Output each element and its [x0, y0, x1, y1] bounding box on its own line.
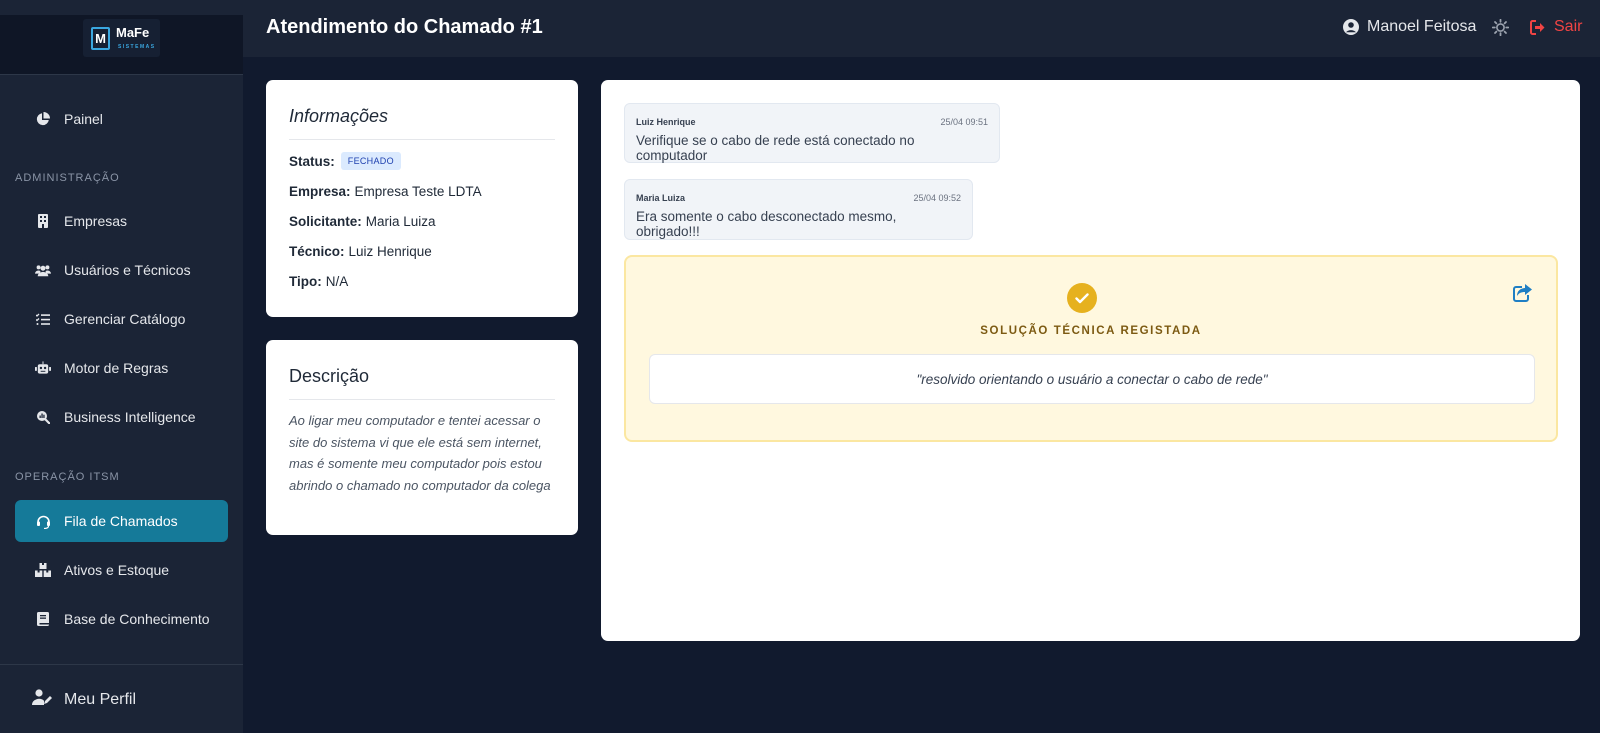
sidebar-item-empresas[interactable]: Empresas — [15, 200, 228, 242]
message-text: Era somente o cabo desconectado mesmo, o… — [636, 209, 897, 239]
logout-button[interactable]: Sair — [1530, 18, 1582, 36]
company-value: Empresa Teste LDTA — [354, 183, 482, 199]
status-badge: FECHADO — [340, 152, 401, 170]
type-value: N/A — [325, 273, 349, 289]
sidebar-item-ativos[interactable]: Ativos e Estoque — [15, 549, 228, 591]
check-circle-icon — [1067, 283, 1097, 313]
message-time: 25/04 09:52 — [913, 193, 961, 203]
description-title: Descrição — [289, 366, 555, 400]
sidebar-item-fila-chamados[interactable]: Fila de Chamados — [15, 500, 228, 542]
chat-message: Maria Luiza 25/04 09:52 Era somente o ca… — [624, 179, 973, 240]
my-profile-link[interactable]: Meu Perfil — [31, 689, 137, 710]
section-operacao: OPERAÇÃO ITSM — [15, 471, 120, 483]
page-title: Atendimento do Chamado #1 — [266, 16, 543, 38]
sign-out-icon — [1530, 19, 1547, 35]
sidebar-item-label: Painel — [64, 111, 103, 127]
requester-label: Solicitante: — [289, 213, 362, 229]
book-icon — [35, 611, 51, 627]
theme-toggle-button[interactable] — [1491, 18, 1510, 41]
sidebar-item-label: Business Intelligence — [64, 409, 196, 425]
user-circle-icon — [1343, 19, 1359, 35]
user-pen-icon — [31, 689, 52, 710]
technician-row: Técnico: Luiz Henrique — [289, 242, 555, 260]
robot-icon — [35, 360, 51, 376]
sidebar-item-usuarios[interactable]: Usuários e Técnicos — [15, 249, 228, 291]
sidebar-item-label: Gerenciar Catálogo — [64, 311, 186, 327]
sidebar-footer: Meu Perfil — [0, 664, 243, 733]
sidebar-item-label: Motor de Regras — [64, 360, 169, 376]
boxes-icon — [35, 562, 51, 578]
technical-solution-panel: SOLUÇÃO TÉCNICA REGISTADA "resolvido ori… — [624, 255, 1558, 442]
section-administracao: ADMINISTRAÇÃO — [15, 172, 120, 184]
message-author: Luiz Henrique — [636, 117, 696, 127]
logo-area: M MaFe SISTEMAS — [0, 15, 243, 75]
sun-icon — [1491, 18, 1510, 40]
requester-row: Solicitante: Maria Luiza — [289, 212, 555, 230]
message-author: Maria Luiza — [636, 193, 686, 203]
logo-name: MaFe — [116, 25, 150, 40]
logo-mark: M — [91, 27, 110, 50]
message-time: 25/04 09:51 — [940, 117, 988, 127]
logout-label: Sair — [1554, 18, 1583, 35]
user-name: Manoel Feitosa — [1367, 18, 1477, 35]
description-card: Descrição Ao ligar meu computador e tent… — [266, 340, 578, 535]
sidebar-item-regras[interactable]: Motor de Regras — [15, 347, 228, 389]
sidebar-item-painel[interactable]: Painel — [15, 98, 228, 140]
technician-value: Luiz Henrique — [348, 243, 432, 259]
user-menu[interactable]: Manoel Feitosa — [1343, 18, 1476, 36]
sidebar-item-label: Usuários e Técnicos — [64, 262, 191, 278]
sidebar-item-base-conhecimento[interactable]: Base de Conhecimento — [15, 598, 228, 640]
top-header: Atendimento do Chamado #1 Manoel Feitosa… — [243, 0, 1600, 57]
solution-text: "resolvido orientando o usuário a conect… — [649, 354, 1535, 404]
my-profile-label: Meu Perfil — [64, 690, 137, 708]
list-check-icon — [35, 311, 51, 327]
sidebar-item-catalogo[interactable]: Gerenciar Catálogo — [15, 298, 228, 340]
logo[interactable]: M MaFe SISTEMAS — [83, 19, 160, 57]
share-square-icon — [1513, 284, 1533, 306]
users-icon — [35, 262, 51, 278]
solution-title: SOLUÇÃO TÉCNICA REGISTADA — [980, 325, 1202, 337]
share-solution-button[interactable] — [1513, 284, 1533, 307]
info-title: Informações — [289, 106, 555, 140]
company-row: Empresa: Empresa Teste LDTA — [289, 182, 555, 200]
sidebar-item-label: Ativos e Estoque — [64, 562, 170, 578]
type-label: Tipo: — [289, 273, 322, 289]
info-card: Informações Status: FECHADO Empresa: Emp… — [266, 80, 578, 317]
sidebar-item-label: Base de Conhecimento — [64, 611, 210, 627]
sidebar-item-label: Empresas — [64, 213, 128, 229]
building-icon — [35, 213, 51, 229]
company-label: Empresa: — [289, 183, 351, 199]
sidebar-item-label: Fila de Chamados — [64, 513, 178, 529]
chart-pie-icon — [35, 111, 51, 127]
chat-message: Luiz Henrique 25/04 09:51 Verifique se o… — [624, 103, 1000, 163]
status-row: Status: FECHADO — [289, 152, 555, 170]
logo-subtitle: SISTEMAS — [118, 44, 156, 50]
message-text: Verifique se o cabo de rede está conecta… — [636, 133, 915, 163]
description-text: Ao ligar meu computador e tentei acessar… — [289, 413, 551, 493]
sidebar: M MaFe SISTEMAS Painel ADMINISTRAÇÃO Emp… — [0, 0, 243, 733]
magnifying-chart-icon — [35, 409, 51, 425]
type-row: Tipo: N/A — [289, 272, 555, 290]
requester-value: Maria Luiza — [365, 213, 436, 229]
technician-label: Técnico: — [289, 243, 345, 259]
status-label: Status: — [289, 153, 335, 169]
headset-icon — [35, 513, 51, 529]
conversation-panel: Luiz Henrique 25/04 09:51 Verifique se o… — [601, 80, 1580, 641]
sidebar-item-bi[interactable]: Business Intelligence — [15, 396, 228, 438]
